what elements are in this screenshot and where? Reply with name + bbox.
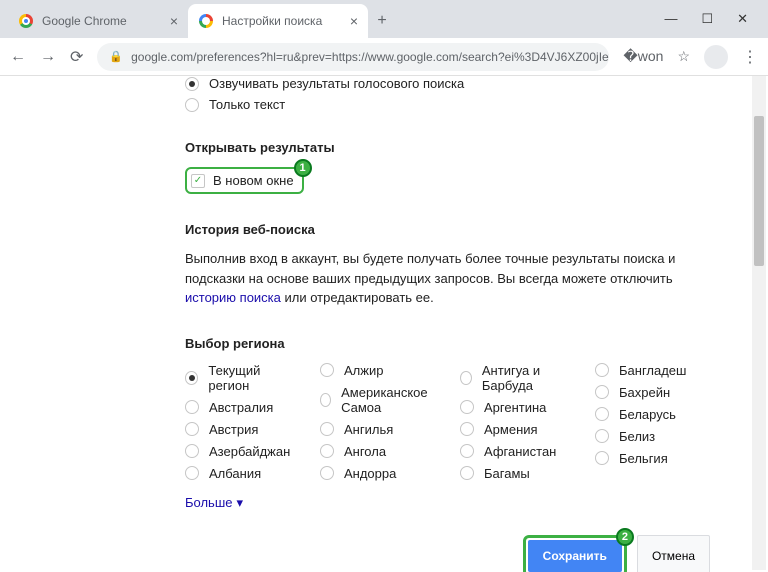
cancel-button[interactable]: Отмена — [637, 535, 710, 572]
action-buttons: Сохранить 2 Отмена — [185, 535, 710, 572]
radio-icon — [460, 400, 474, 414]
radio-icon — [185, 466, 199, 480]
radio-label: Озвучивать результаты голосового поиска — [209, 76, 464, 91]
radio-icon — [595, 385, 609, 399]
maximize-button[interactable]: ☐ — [701, 11, 713, 27]
region-option[interactable]: Алжир — [320, 363, 440, 378]
radio-icon — [185, 77, 199, 91]
url-text: google.com/preferences?hl=ru&prev=https:… — [131, 50, 609, 64]
radio-icon — [595, 363, 609, 377]
region-option[interactable]: Азербайджан — [185, 444, 300, 459]
radio-icon — [460, 371, 472, 385]
checkbox-label: В новом окне — [213, 173, 294, 188]
window-titlebar: Google Chrome × Настройки поиска × + — ☐… — [0, 0, 768, 38]
scrollbar[interactable] — [752, 76, 766, 570]
tab-settings[interactable]: Настройки поиска × — [188, 4, 368, 38]
browser-toolbar: ← → ⟳ 🔒 google.com/preferences?hl=ru&pre… — [0, 38, 768, 76]
open-new-window-checkbox[interactable]: ✓ В новом окне 1 — [185, 167, 304, 194]
region-grid: Текущий регион Австралия Австрия Азербай… — [185, 363, 710, 481]
region-option[interactable]: Бельгия — [595, 451, 710, 466]
radio-icon — [460, 466, 474, 480]
history-description: Выполнив вход в аккаунт, вы будете получ… — [185, 249, 710, 308]
region-option[interactable]: Антигуа и Барбуда — [460, 363, 575, 393]
section-region: Выбор региона — [185, 336, 710, 351]
back-button[interactable]: ← — [10, 48, 26, 66]
more-regions-link[interactable]: Больше ▾ — [185, 495, 243, 511]
radio-icon — [185, 422, 199, 436]
radio-icon — [185, 444, 199, 458]
save-highlight: Сохранить 2 — [523, 535, 627, 572]
star-icon[interactable]: ☆ — [677, 48, 690, 65]
region-option[interactable]: Беларусь — [595, 407, 710, 422]
region-option[interactable]: Багамы — [460, 466, 575, 481]
new-tab-button[interactable]: + — [368, 4, 396, 38]
tab-strip: Google Chrome × Настройки поиска × + — [8, 4, 396, 38]
radio-icon — [595, 451, 609, 465]
forward-button[interactable]: → — [40, 48, 56, 66]
region-option[interactable]: Австралия — [185, 400, 300, 415]
profile-avatar[interactable] — [704, 45, 728, 69]
close-icon[interactable]: × — [170, 13, 178, 29]
region-option[interactable]: Американское Самоа — [320, 385, 440, 415]
chevron-down-icon: ▾ — [237, 495, 244, 511]
annotation-badge-2: 2 — [616, 528, 634, 546]
tab-title: Настройки поиска — [222, 14, 322, 28]
radio-icon — [185, 400, 199, 414]
radio-icon — [595, 407, 609, 421]
radio-icon — [320, 393, 331, 407]
region-option[interactable]: Австрия — [185, 422, 300, 437]
region-option[interactable]: Текущий регион — [185, 363, 300, 393]
close-button[interactable]: ✕ — [737, 11, 748, 27]
history-link[interactable]: историю поиска — [185, 290, 281, 305]
google-icon — [198, 13, 214, 29]
region-option[interactable]: Белиз — [595, 429, 710, 444]
region-option[interactable]: Армения — [460, 422, 575, 437]
save-button[interactable]: Сохранить — [528, 540, 622, 572]
region-option[interactable]: Бангладеш — [595, 363, 710, 378]
section-open-results: Открывать результаты — [185, 140, 710, 155]
radio-icon — [595, 429, 609, 443]
checkbox-icon: ✓ — [191, 174, 205, 188]
radio-label: Только текст — [209, 97, 285, 112]
radio-icon — [185, 371, 198, 385]
translate-icon[interactable]: �won — [623, 48, 663, 65]
lock-icon: 🔒 — [109, 50, 123, 63]
radio-icon — [320, 444, 334, 458]
section-history: История веб-поиска — [185, 222, 710, 237]
voice-option-text[interactable]: Только текст — [185, 97, 710, 112]
region-option[interactable]: Ангола — [320, 444, 440, 459]
chrome-icon — [18, 13, 34, 29]
annotation-badge-1: 1 — [294, 159, 312, 177]
radio-icon — [320, 363, 334, 377]
region-option[interactable]: Аргентина — [460, 400, 575, 415]
tab-title: Google Chrome — [42, 14, 127, 28]
region-option[interactable]: Ангилья — [320, 422, 440, 437]
region-option[interactable]: Андорра — [320, 466, 440, 481]
region-option[interactable]: Бахрейн — [595, 385, 710, 400]
reload-button[interactable]: ⟳ — [70, 47, 83, 67]
minimize-button[interactable]: — — [664, 11, 677, 27]
tab-chrome[interactable]: Google Chrome × — [8, 4, 188, 38]
scroll-thumb[interactable] — [754, 116, 764, 266]
menu-button[interactable]: ⋮ — [742, 47, 758, 67]
radio-icon — [320, 422, 334, 436]
address-bar[interactable]: 🔒 google.com/preferences?hl=ru&prev=http… — [97, 43, 609, 71]
radio-icon — [460, 444, 474, 458]
window-controls: — ☐ ✕ — [644, 11, 768, 27]
close-icon[interactable]: × — [350, 13, 358, 29]
page-content: Озвучивать результаты голосового поиска … — [0, 76, 750, 572]
radio-icon — [320, 466, 334, 480]
region-option[interactable]: Афганистан — [460, 444, 575, 459]
voice-option-speak[interactable]: Озвучивать результаты голосового поиска — [185, 76, 710, 91]
region-option[interactable]: Албания — [185, 466, 300, 481]
radio-icon — [185, 98, 199, 112]
radio-icon — [460, 422, 474, 436]
